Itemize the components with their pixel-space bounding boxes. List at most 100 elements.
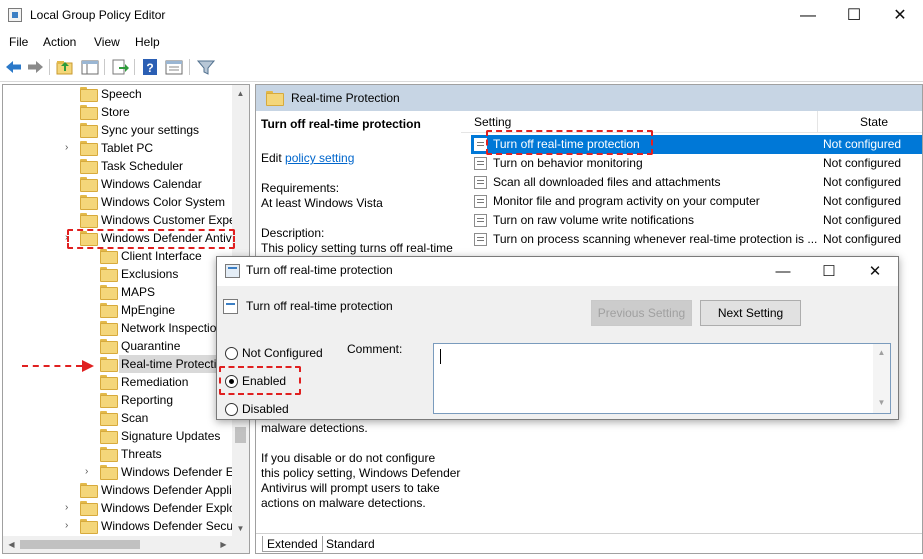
policy-setting-icon <box>474 176 487 189</box>
pane-header-title: Real-time Protection <box>291 91 400 105</box>
folder-icon <box>80 213 98 228</box>
up-folder-icon[interactable] <box>55 58 75 76</box>
navigation-tree: Speech Store Sync your settings › Tablet PC T… <box>2 84 250 554</box>
policy-setting-icon <box>474 214 487 227</box>
folder-icon <box>80 87 98 102</box>
expand-chevron-icon[interactable]: › <box>65 499 68 517</box>
policy-setting-link[interactable]: policy setting <box>285 151 354 165</box>
tab-standard[interactable]: Standard <box>322 536 379 552</box>
setting-row[interactable]: Turn on process scanning whenever real-t… <box>471 230 922 249</box>
tree-item-label: Windows Defender Ex <box>121 465 240 479</box>
scroll-right-arrow-icon[interactable]: ▶ <box>215 536 232 553</box>
tree-item-label: Reporting <box>121 393 174 407</box>
forward-icon[interactable] <box>25 58 45 76</box>
filter-icon[interactable] <box>196 58 216 76</box>
setting-state: Not configured <box>823 137 902 151</box>
policy-setting-icon <box>225 264 240 278</box>
description-text: malware detections. <box>261 421 368 435</box>
svg-text:?: ? <box>146 61 153 75</box>
folder-icon <box>80 483 98 498</box>
annotation-highlight-tree-item <box>67 229 235 249</box>
properties-icon[interactable] <box>164 58 184 76</box>
help-icon[interactable]: ? <box>141 58 161 76</box>
toolbar-separator <box>49 59 50 75</box>
requirements-value: At least Windows Vista <box>261 196 383 210</box>
tree-item-label: MAPS <box>121 285 156 299</box>
setting-state: Not configured <box>823 194 902 208</box>
policy-setting-icon <box>474 157 487 170</box>
comment-scrollbar[interactable]: ▲ ▼ <box>873 344 890 413</box>
annotation-arrow-head-icon <box>82 360 94 372</box>
requirements-label: Requirements: <box>261 181 340 195</box>
dialog-setting-title: Turn off real-time protection <box>246 299 393 313</box>
expand-chevron-icon[interactable]: › <box>65 517 68 535</box>
expand-chevron-icon[interactable]: › <box>85 463 88 481</box>
back-icon[interactable] <box>4 58 24 76</box>
scroll-down-arrow-icon[interactable]: ▼ <box>873 398 890 407</box>
setting-state: Not configured <box>823 232 902 246</box>
column-header-state[interactable]: State <box>818 111 922 133</box>
description-title: Turn off real-time protection <box>261 117 421 131</box>
menu-bar: File Action View Help <box>0 31 923 53</box>
tree-item-label: Scan <box>121 411 149 425</box>
folder-icon <box>100 375 118 390</box>
folder-icon <box>100 303 118 318</box>
dialog-maximize-button[interactable]: ☐ <box>806 257 852 286</box>
tab-extended[interactable]: Extended <box>262 536 323 552</box>
scroll-up-arrow-icon[interactable]: ▲ <box>873 348 890 357</box>
menu-view[interactable]: View <box>94 35 120 49</box>
previous-setting-button[interactable]: Previous Setting <box>591 300 692 326</box>
tree-item-label: Windows Defender Explo <box>101 501 236 515</box>
next-setting-button[interactable]: Next Setting <box>700 300 801 326</box>
folder-icon <box>100 447 118 462</box>
tree-item-label: Windows Color System <box>101 195 226 209</box>
edit-policy-line: Edit policy setting <box>261 151 354 165</box>
radio-label: Not Configured <box>242 346 323 360</box>
export-icon[interactable] <box>110 58 130 76</box>
tree-item-label: Exclusions <box>121 267 179 281</box>
radio-circle[interactable] <box>225 403 238 416</box>
scroll-up-arrow-icon[interactable]: ▲ <box>232 85 249 102</box>
setting-row[interactable]: Monitor file and program activity on you… <box>471 192 922 211</box>
tree-horizontal-scrollbar[interactable]: ◀ ▶ <box>3 536 249 553</box>
folder-icon <box>80 123 98 138</box>
description-text: this policy setting, Windows Defender <box>261 466 461 480</box>
tree-item-label: Threats <box>121 447 162 461</box>
folder-icon <box>100 267 118 282</box>
description-text: actions on malware detections. <box>261 496 426 510</box>
scroll-left-arrow-icon[interactable]: ◀ <box>3 536 20 553</box>
menu-help[interactable]: Help <box>135 35 160 49</box>
comment-textarea[interactable]: ▲ ▼ <box>433 343 891 414</box>
folder-icon <box>80 519 98 534</box>
policy-setting-icon <box>223 299 238 314</box>
menu-action[interactable]: Action <box>43 35 76 49</box>
annotation-highlight-enabled-option <box>219 366 301 395</box>
scroll-thumb[interactable] <box>235 427 246 443</box>
close-button[interactable]: ✕ <box>877 0 923 31</box>
scroll-thumb[interactable] <box>20 540 140 549</box>
setting-name: Turn on raw volume write notifications <box>493 213 694 227</box>
minimize-button[interactable]: — <box>785 0 831 31</box>
toolbar-separator <box>134 59 135 75</box>
expand-chevron-icon[interactable]: › <box>65 139 68 157</box>
menu-file[interactable]: File <box>9 35 28 49</box>
radio-circle[interactable] <box>225 347 238 360</box>
dialog-minimize-button[interactable]: — <box>760 257 806 286</box>
scroll-down-arrow-icon[interactable]: ▼ <box>232 520 249 537</box>
annotation-highlight-setting-row <box>486 130 653 155</box>
dialog-close-button[interactable]: ✕ <box>852 257 898 286</box>
show-hide-tree-icon[interactable] <box>80 58 100 76</box>
setting-row[interactable]: Turn on raw volume write notifications No… <box>471 211 922 230</box>
tree-item-label: Quarantine <box>121 339 181 353</box>
setting-name: Monitor file and program activity on you… <box>493 194 760 208</box>
folder-icon <box>100 321 118 336</box>
dialog-title-bar: Turn off real-time protection — ☐ ✕ <box>217 257 898 286</box>
setting-row[interactable]: Turn on behavior monitoring Not configure… <box>471 154 922 173</box>
maximize-button[interactable]: ☐ <box>831 0 877 31</box>
setting-row[interactable]: Scan all downloaded files and attachment… <box>471 173 922 192</box>
description-text: If you disable or do not configure <box>261 451 436 465</box>
toolbar: ? <box>0 53 923 82</box>
folder-icon <box>266 91 284 106</box>
tree-item-label: MpEngine <box>121 303 176 317</box>
setting-name: Turn on process scanning whenever real-t… <box>493 232 818 246</box>
